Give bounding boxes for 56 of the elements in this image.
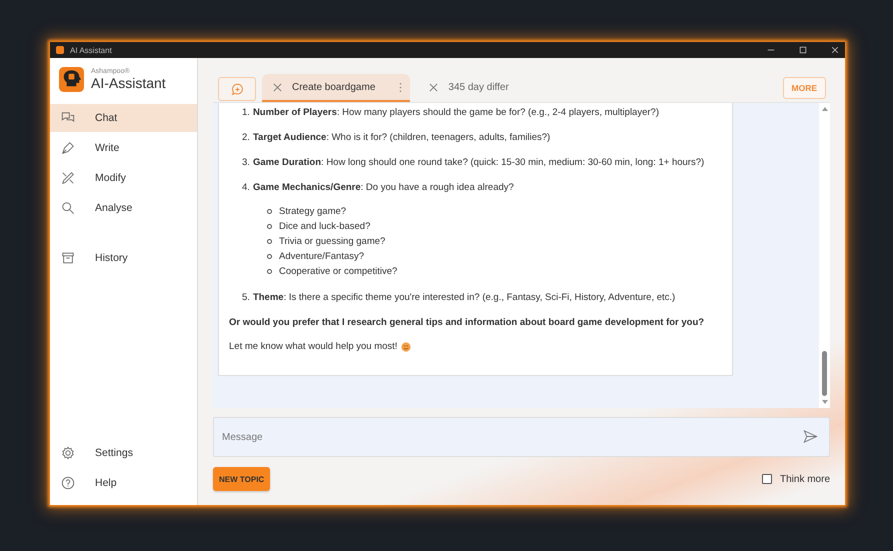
pen-nib-icon — [61, 141, 75, 155]
settings-icon — [61, 446, 75, 460]
list-number: 5. — [242, 291, 250, 304]
bullet-icon — [267, 269, 272, 274]
list-item-text: Game Duration: How long should one round take? (quick: 15-30 min, medium: 30-60 min, long: 1+ hours?) — [252, 156, 704, 169]
sidebar-item[interactable]: Help — [50, 469, 197, 497]
window-title: AI Assistant — [70, 46, 112, 54]
list-item-text: Theme: Is there a specific theme you're interested in? (e.g., Fantasy, Sci-Fi, History, Adventure, etc.) — [252, 291, 676, 304]
new-topic-button[interactable]: NEW TOPIC — [213, 467, 270, 491]
chat-tab[interactable]: 345 day differ — [418, 74, 517, 102]
chat-plus-icon — [230, 82, 244, 96]
scroll-up-icon[interactable] — [820, 106, 828, 112]
list-item-text: Game Mechanics/Genre: Do you have a rough idea already? — [252, 181, 514, 194]
closing-text: Let me know what would help you most! — [229, 340, 398, 353]
app-icon — [56, 46, 64, 54]
list-number: 3. — [242, 156, 250, 169]
bullet-icon — [267, 254, 272, 259]
product-name: AI-Assistant — [91, 75, 166, 91]
bullet-text: Strategy game? — [279, 205, 346, 218]
bullet-icon — [267, 239, 272, 244]
list-number: 1. — [242, 106, 250, 119]
new-chat-button[interactable] — [218, 77, 256, 101]
list-item-text: Number of Players: How many players should the game be for? (e.g., 2-4 players, multiplayer?) — [252, 106, 659, 119]
help-icon — [61, 476, 75, 490]
head-logo-icon — [59, 67, 84, 92]
kebab-menu-icon[interactable] — [399, 82, 402, 92]
sidebar-item[interactable]: Write — [50, 134, 197, 162]
bullet-text: Trivia or guessing game? — [279, 235, 386, 248]
chat-tab[interactable]: Create boardgame — [262, 74, 410, 102]
list-item-text: Target Audience: Who is it for? (children, teenagers, adults, families?) — [252, 131, 550, 144]
smiley-icon — [401, 342, 412, 352]
scroll-down-icon[interactable] — [820, 399, 828, 405]
search-icon — [61, 201, 75, 215]
sidebar-item[interactable]: History — [50, 244, 197, 272]
pencil-ruler-icon — [61, 171, 75, 185]
checkbox-label: Think more — [780, 474, 830, 484]
message-input[interactable]: Message — [213, 417, 830, 457]
sidebar-item[interactable]: Settings — [50, 439, 197, 467]
maximize-icon[interactable] — [799, 46, 807, 54]
bullet-text: Dice and luck-based? — [279, 220, 370, 233]
sidebar-item[interactable]: Modify — [50, 164, 197, 192]
bullet-icon — [267, 209, 272, 214]
close-icon[interactable] — [831, 46, 839, 54]
list-number: 2. — [242, 131, 250, 144]
sidebar-item[interactable]: Analyse — [50, 194, 197, 222]
question-text: Or would you prefer that I research general tips and information about board game development for you? — [229, 316, 706, 329]
bullet-icon — [267, 224, 272, 229]
send-icon[interactable] — [803, 429, 818, 444]
sidebar-item[interactable]: Chat — [50, 104, 197, 132]
archive-box-icon — [61, 251, 75, 265]
scrollbar[interactable] — [819, 103, 830, 408]
bullet-text: Adventure/Fantasy? — [279, 250, 364, 263]
checkbox[interactable] — [762, 474, 772, 484]
list-number: 4. — [242, 181, 250, 194]
close-icon[interactable] — [429, 82, 438, 92]
bullet-text: Cooperative or competitive? — [279, 265, 398, 278]
